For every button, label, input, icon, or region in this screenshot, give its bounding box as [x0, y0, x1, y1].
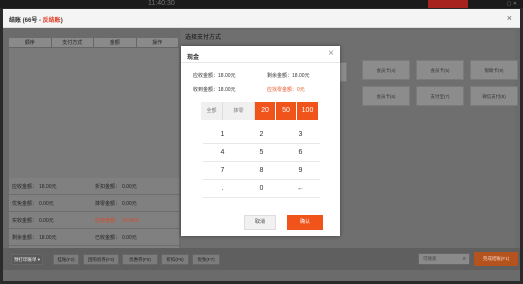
credit-button[interactable]: 挂账(F2): [53, 254, 79, 265]
close-icon[interactable]: ×: [507, 13, 512, 23]
quick-round-button[interactable]: 抹零: [223, 102, 255, 120]
key-dot[interactable]: .: [203, 180, 242, 198]
collected-amount: 收到金额：18.00元: [193, 87, 236, 93]
bottom-action-bar: 预打印账单 ▾ 挂账(F2) 团购验券(F3) 优惠券(F5) 折扣(F6) 优…: [3, 248, 520, 270]
clock: 11:40:30: [148, 0, 175, 7]
quick-20-button[interactable]: 20: [255, 102, 276, 120]
quick-50-button[interactable]: 50: [276, 102, 297, 120]
key-1[interactable]: 1: [203, 126, 242, 144]
backspace-key[interactable]: ←: [281, 180, 320, 198]
cancel-button[interactable]: 取消: [244, 215, 276, 230]
key-2[interactable]: 2: [242, 126, 281, 144]
payment-method-card-6[interactable]: 会员卡(6): [362, 86, 410, 106]
col-amount: 金额: [94, 38, 137, 47]
top-bar: 11:40:30 ▢ ✕: [0, 0, 523, 8]
payment-method-card-4[interactable]: 会员卡(4): [362, 60, 410, 80]
summary-row: 剩余金额： 18.00元 已收金额： 0.00元: [9, 229, 179, 246]
key-3[interactable]: 3: [281, 126, 320, 144]
receivable-amount: 应收金额：18.00元: [193, 73, 236, 79]
payment-list-panel: 顺序 支付方式 金额 操作 应收金额： 18.00元 折扣金额： 0.00元 优免金…: [9, 38, 179, 248]
payment-method-alipay[interactable]: 支付宝(7): [416, 86, 464, 106]
window-title-bar: 结账 (66号 - 反结账) ×: [3, 9, 520, 28]
payment-method-card-5[interactable]: 会员卡(5): [416, 60, 464, 80]
col-method: 支付方式: [52, 38, 94, 47]
col-action: 操作: [137, 38, 179, 47]
exempt-button[interactable]: 优免(F7): [192, 254, 220, 265]
quick-100-button[interactable]: 100: [297, 102, 318, 120]
groupbuy-button[interactable]: 团购验券(F3): [83, 254, 119, 265]
divider: [181, 62, 340, 63]
summary-row: 优免金额： 0.00元 抹零金额： 0.00元: [9, 195, 179, 212]
quick-all-button[interactable]: 全部: [201, 102, 223, 120]
key-8[interactable]: 8: [242, 162, 281, 180]
coupon-button[interactable]: 优惠券(F5): [122, 254, 158, 265]
col-order: 顺序: [9, 38, 52, 47]
top-right-icons: ▢ ✕: [506, 1, 517, 7]
complete-checkout-button[interactable]: 完成结账(F1): [474, 252, 518, 266]
key-5[interactable]: 5: [242, 144, 281, 162]
dialog-title: 现金: [187, 55, 200, 61]
numeric-keypad: 1 2 3 4 5 6 7 8 9 . 0 ←: [203, 126, 320, 222]
payment-method-wechat[interactable]: 微信支付(8): [470, 86, 518, 106]
key-9[interactable]: 9: [281, 162, 320, 180]
window-title: 结账 (66号 - 反结账): [9, 18, 63, 24]
payment-method-partial[interactable]: [339, 62, 347, 82]
close-icon[interactable]: ×: [328, 48, 334, 59]
key-4[interactable]: 4: [203, 144, 242, 162]
search-input[interactable]: 可搜索 ⌕: [418, 253, 470, 265]
payment-table-header: 顺序 支付方式 金额 操作: [9, 38, 179, 48]
discount-button[interactable]: 折扣(F6): [161, 254, 189, 265]
change-amount: 应找零金额：0元: [267, 87, 305, 93]
key-7[interactable]: 7: [203, 162, 242, 180]
search-icon: ⌕: [462, 256, 466, 262]
key-6[interactable]: 6: [281, 144, 320, 162]
panel-title: 选择支付方式: [185, 35, 222, 41]
payment-method-unionpay[interactable]: 银联卡(9): [470, 60, 518, 80]
summary-row: 实收金额： 0.00元 应找金额： 18.00元: [9, 212, 179, 229]
top-red-button[interactable]: [428, 0, 468, 8]
amount-summary: 应收金额： 18.00元 折扣金额： 0.00元 优免金额： 0.00元 抹零金额： 0…: [9, 178, 179, 248]
remaining-amount: 剩余金额：18.00元: [267, 73, 310, 79]
cash-payment-dialog: 现金 × 应收金额：18.00元 剩余金额：18.00元 收到金额：18.00元…: [181, 46, 340, 236]
summary-row: 应收金额： 18.00元 折扣金额： 0.00元: [9, 178, 179, 195]
print-bill-button[interactable]: 预打印账单 ▾: [11, 254, 43, 265]
key-0[interactable]: 0: [242, 180, 281, 198]
confirm-button[interactable]: 确认: [287, 215, 323, 230]
